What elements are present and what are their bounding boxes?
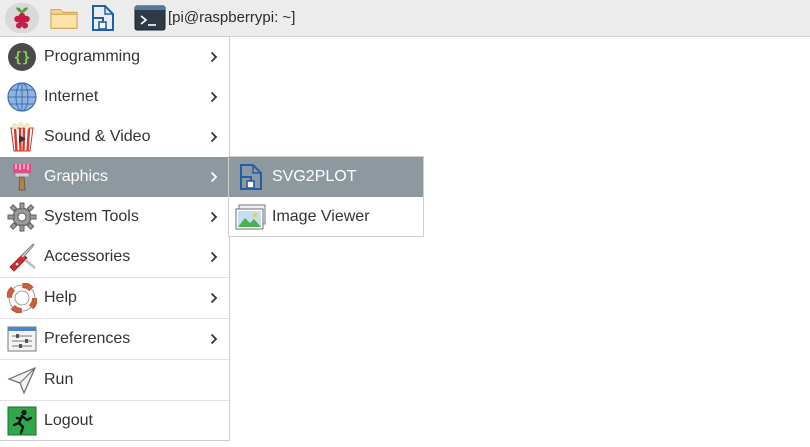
terminal-window-title[interactable]: [pi@raspberrypi: ~] xyxy=(168,9,295,26)
menu-item-label: System Tools xyxy=(44,208,139,225)
file-manager-button[interactable] xyxy=(50,4,78,32)
menu-item-label: Graphics xyxy=(44,168,109,185)
applications-menu: {} Programming Internet Sound & Video Gr… xyxy=(0,36,230,441)
terminal-window-button[interactable] xyxy=(134,4,166,32)
chevron-right-icon xyxy=(209,130,219,144)
submenu-item-label: Image Viewer xyxy=(272,208,370,225)
file-manager-icon xyxy=(50,9,78,29)
help-icon xyxy=(6,282,38,314)
chevron-right-icon xyxy=(209,291,219,305)
svg-text:{}: {} xyxy=(14,50,31,66)
graphics-submenu: SVG2PLOT Image Viewer xyxy=(228,156,424,237)
run-icon xyxy=(6,364,38,396)
menu-item-label: Programming xyxy=(44,48,141,65)
internet-icon xyxy=(6,81,38,113)
menu-item-internet[interactable]: Internet xyxy=(0,77,229,117)
submenu-item-label: SVG2PLOT xyxy=(272,168,357,185)
menu-item-label: Sound & Video xyxy=(44,128,151,145)
menu-item-label: Run xyxy=(44,371,74,388)
terminal-icon xyxy=(134,5,166,31)
programming-icon: {} xyxy=(6,41,38,73)
raspberry-icon xyxy=(14,7,30,29)
menu-item-label: Accessories xyxy=(44,248,131,265)
chevron-right-icon xyxy=(209,332,219,346)
logout-icon xyxy=(6,405,38,437)
menu-item-accessories[interactable]: Accessories xyxy=(0,237,229,277)
menu-item-system-tools[interactable]: System Tools xyxy=(0,197,229,237)
sound-video-icon xyxy=(6,121,38,153)
menu-item-sound-video[interactable]: Sound & Video xyxy=(0,117,229,157)
system-tools-icon xyxy=(6,201,38,233)
submenu-item-svg2plot[interactable]: SVG2PLOT xyxy=(229,157,423,197)
raspberry-menu-button[interactable] xyxy=(5,3,39,33)
svg2plot-launcher[interactable] xyxy=(89,4,117,32)
menu-item-run[interactable]: Run xyxy=(0,360,229,400)
taskbar: [pi@raspberrypi: ~] xyxy=(0,0,810,37)
menu-item-logout[interactable]: Logout xyxy=(0,401,229,441)
accessories-icon xyxy=(6,241,38,273)
chevron-right-icon xyxy=(209,250,219,264)
menu-item-graphics[interactable]: Graphics xyxy=(0,157,229,197)
chevron-right-icon xyxy=(209,90,219,104)
chevron-right-icon xyxy=(209,50,219,64)
svg2plot-icon xyxy=(92,5,114,31)
menu-item-programming[interactable]: {} Programming xyxy=(0,37,229,77)
submenu-item-image-viewer[interactable]: Image Viewer xyxy=(229,197,423,237)
menu-item-label: Logout xyxy=(44,412,93,429)
menu-item-help[interactable]: Help xyxy=(0,278,229,318)
menu-item-preferences[interactable]: Preferences xyxy=(0,319,229,359)
menu-item-label: Preferences xyxy=(44,330,131,347)
chevron-right-icon xyxy=(209,170,219,184)
menu-item-label: Help xyxy=(44,289,77,306)
graphics-icon xyxy=(6,161,38,193)
preferences-icon xyxy=(6,323,38,355)
chevron-right-icon xyxy=(209,210,219,224)
image-viewer-icon xyxy=(235,201,267,233)
menu-item-label: Internet xyxy=(44,88,99,105)
svg2plot-icon xyxy=(235,161,267,193)
